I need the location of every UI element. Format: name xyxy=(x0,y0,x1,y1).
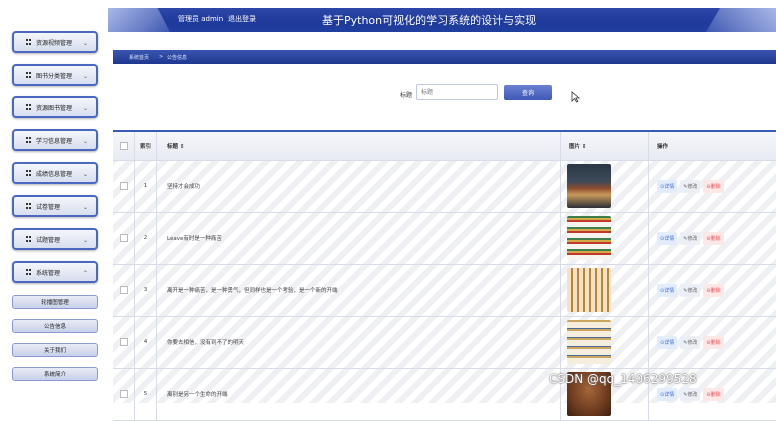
row-index: 2 xyxy=(135,212,157,264)
sidebar-item-paper[interactable]: 试卷管理 ⌄ xyxy=(12,195,98,217)
chevron-down-icon: ⌄ xyxy=(82,204,88,211)
row-title: 离别是另一个生命的开端 xyxy=(157,368,561,420)
row-index: 1 xyxy=(135,160,157,212)
edit-button[interactable]: ✎修改 xyxy=(680,335,701,349)
breadcrumb-current: 公告信息 xyxy=(167,55,188,61)
sidebar-item-book[interactable]: 资源图书管理 ⌄ xyxy=(12,96,98,118)
monitor-icon xyxy=(26,203,32,209)
grid-icon xyxy=(26,269,32,275)
delete-button[interactable]: ⊖删除 xyxy=(703,179,724,193)
detail-button[interactable]: ⊙详情 xyxy=(657,335,678,349)
sidebar-subitem-carousel[interactable]: 轮播图管理 xyxy=(12,295,98,309)
detail-button[interactable]: ⊙详情 xyxy=(657,387,678,401)
sidebar-item-label: 试卷管理 xyxy=(36,203,61,211)
header-decoration-left xyxy=(108,8,170,32)
chevron-down-icon: ⌄ xyxy=(82,171,88,178)
row-title: 离开是一种痛苦，是一种勇气，但同样也是一个考验，是一个新的开端 xyxy=(157,264,561,316)
sidebar-item-label: 试题管理 xyxy=(36,236,61,244)
chevron-down-icon: ⌄ xyxy=(82,138,88,145)
top-header: 管理员 admin 退出登录 基于Python可视化的学习系统的设计与实现 xyxy=(108,8,776,32)
grid-icon xyxy=(26,39,32,45)
row-image xyxy=(567,268,611,312)
chevron-down-icon: ⌄ xyxy=(82,40,88,47)
chevron-up-icon: ⌃ xyxy=(82,270,88,277)
breadcrumb-home[interactable]: 系统首页 xyxy=(129,54,149,61)
row-checkbox[interactable] xyxy=(120,234,128,242)
search-label: 标题 xyxy=(400,92,413,99)
sidebar-subitem-intro[interactable]: 系统简介 xyxy=(12,367,98,381)
row-image xyxy=(567,320,611,364)
sidebar-item-label: 系统管理 xyxy=(36,269,61,277)
table-row: 4 你要去相信，没有到不了的明天 ⊙详情 ✎修改 ⊖删除 xyxy=(113,316,776,369)
detail-button[interactable]: ⊙详情 xyxy=(657,179,678,193)
sidebar-item-video[interactable]: 资源视频管理 ⌄ xyxy=(12,31,98,53)
chevron-down-icon: ⌄ xyxy=(82,73,88,80)
table-icon xyxy=(26,170,32,176)
row-checkbox[interactable] xyxy=(120,286,128,294)
logout-link[interactable]: 退出登录 xyxy=(228,14,256,24)
sidebar-subitem-about[interactable]: 关于我们 xyxy=(12,343,98,357)
sidebar-item-book-category[interactable]: 图书分类管理 ⌄ xyxy=(12,64,98,86)
column-header-action: 操作 xyxy=(657,144,669,150)
sidebar-item-label: 学习信息管理 xyxy=(36,137,73,145)
grid-icon xyxy=(26,104,32,110)
breadcrumb: 系统首页 > 公告信息 xyxy=(113,50,776,64)
row-title: 你要去相信，没有到不了的明天 xyxy=(157,316,561,368)
delete-button[interactable]: ⊖删除 xyxy=(703,231,724,245)
row-title: 坚持才会成功 xyxy=(157,160,561,212)
sidebar-item-score[interactable]: 成绩信息管理 ⌄ xyxy=(12,162,98,184)
table-row: 1 坚持才会成功 ⊙详情 ✎修改 ⊖删除 xyxy=(113,160,776,213)
row-image xyxy=(567,216,611,260)
search-input[interactable] xyxy=(416,84,498,100)
delete-button[interactable]: ⊖删除 xyxy=(703,283,724,297)
admin-label: 管理员 admin xyxy=(178,15,224,23)
sidebar-item-label: 资源视频管理 xyxy=(36,39,73,47)
grid-icon xyxy=(26,72,32,78)
breadcrumb-separator: > xyxy=(159,54,164,60)
sliders-icon xyxy=(26,236,32,242)
edit-button[interactable]: ✎修改 xyxy=(680,179,701,193)
table-header: 索引 标题 ⇕ 图片 ⇕ 操作 xyxy=(113,132,776,161)
table-row: 2 Leave有时是一种痛苦 ⊙详情 ✎修改 ⊖删除 xyxy=(113,212,776,265)
table-row: 3 离开是一种痛苦，是一种勇气，但同样也是一个考验，是一个新的开端 ⊙详情 ✎修… xyxy=(113,264,776,317)
row-checkbox[interactable] xyxy=(120,182,128,190)
header-decoration-right xyxy=(706,8,776,32)
edit-button[interactable]: ✎修改 xyxy=(680,387,701,401)
select-all-checkbox[interactable] xyxy=(120,142,128,150)
site-title: 基于Python可视化的学习系统的设计与实现 xyxy=(322,14,537,27)
sidebar-item-study[interactable]: 学习信息管理 ⌄ xyxy=(12,129,98,151)
sidebar-subitem-notice[interactable]: 公告信息 xyxy=(12,319,98,333)
sidebar: 资源视频管理 ⌄ 图书分类管理 ⌄ 资源图书管理 ⌄ 学习信息管理 ⌄ 成绩信息… xyxy=(0,0,108,401)
chevron-down-icon: ⌄ xyxy=(82,105,88,112)
sidebar-item-system[interactable]: 系统管理 ⌃ xyxy=(12,261,98,283)
row-title: Leave有时是一种痛苦 xyxy=(157,212,561,264)
mouse-cursor-icon xyxy=(571,91,581,103)
detail-button[interactable]: ⊙详情 xyxy=(657,283,678,297)
row-image xyxy=(567,164,611,208)
sidebar-item-label: 资源图书管理 xyxy=(36,104,73,112)
column-header-index: 索引 xyxy=(135,132,157,160)
chevron-down-icon: ⌄ xyxy=(82,237,88,244)
row-checkbox[interactable] xyxy=(120,338,128,346)
delete-button[interactable]: ⊖删除 xyxy=(703,335,724,349)
row-index: 4 xyxy=(135,316,157,368)
sidebar-item-question[interactable]: 试题管理 ⌄ xyxy=(12,228,98,250)
detail-button[interactable]: ⊙详情 xyxy=(657,231,678,245)
row-index: 5 xyxy=(135,368,157,420)
notice-table: 索引 标题 ⇕ 图片 ⇕ 操作 1 坚持才会成功 ⊙详情 ✎修改 ⊖删除 2 L… xyxy=(113,130,776,421)
row-index: 3 xyxy=(135,264,157,316)
watermark: CSDN @qq_1406299528 xyxy=(549,372,697,386)
row-checkbox[interactable] xyxy=(120,390,128,398)
grid-icon xyxy=(26,137,32,143)
sidebar-item-label: 成绩信息管理 xyxy=(36,170,73,178)
edit-button[interactable]: ✎修改 xyxy=(680,283,701,297)
edit-button[interactable]: ✎修改 xyxy=(680,231,701,245)
column-header-title[interactable]: 标题 ⇕ xyxy=(157,132,561,160)
delete-button[interactable]: ⊖删除 xyxy=(703,387,724,401)
column-header-image[interactable]: 图片 ⇕ xyxy=(561,132,649,160)
search-button[interactable]: 查询 xyxy=(504,85,552,100)
sidebar-item-label: 图书分类管理 xyxy=(36,72,73,80)
